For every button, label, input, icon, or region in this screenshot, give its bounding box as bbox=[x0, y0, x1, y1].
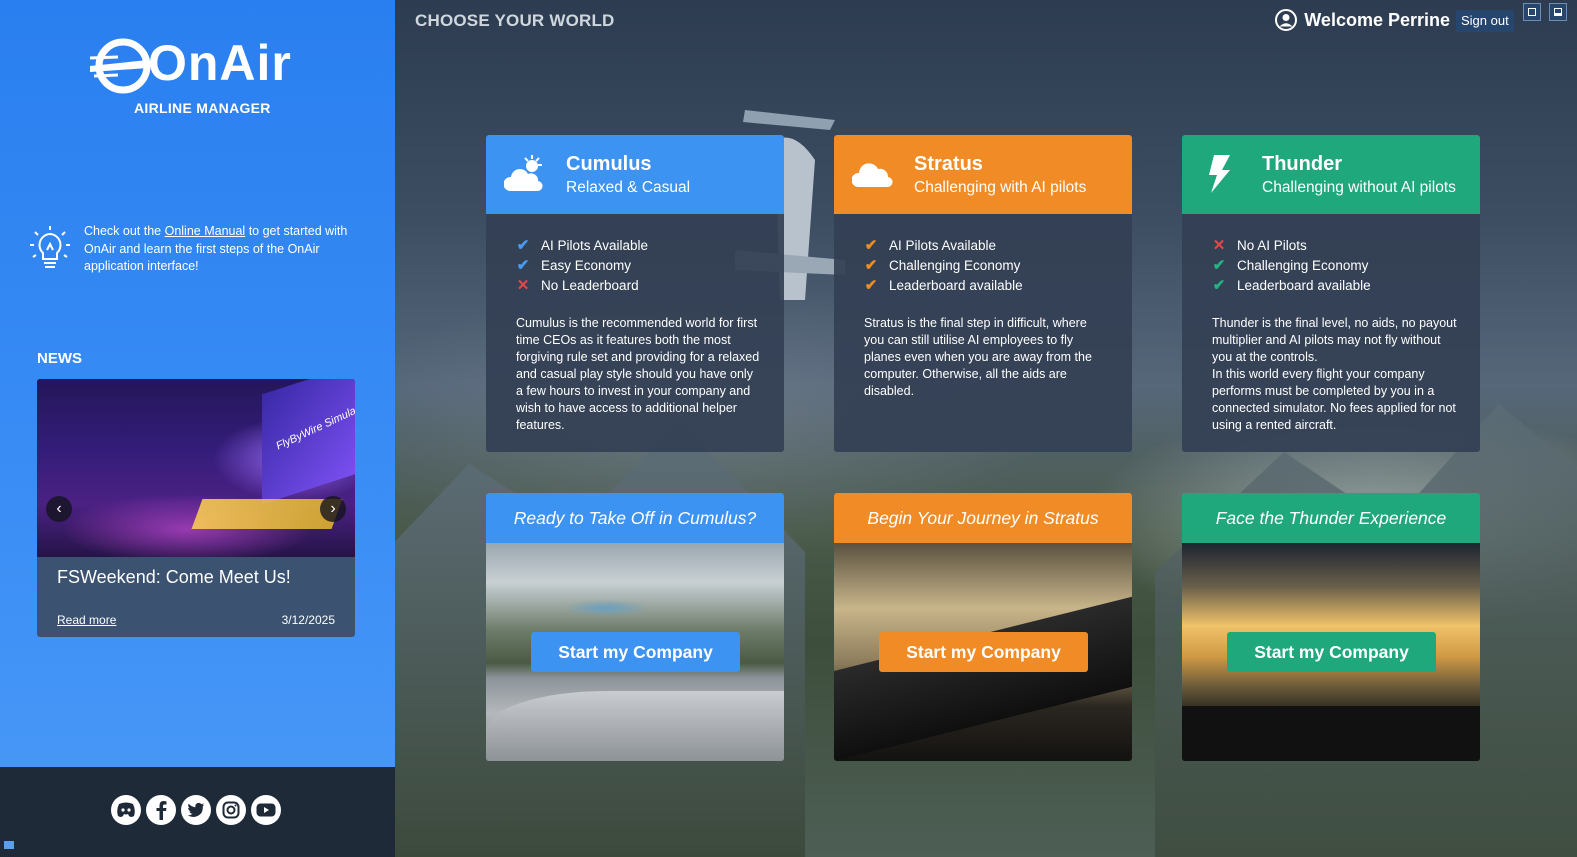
cockpit-frame bbox=[1182, 706, 1480, 761]
feature-item: ✔ Challenging Economy bbox=[864, 255, 1023, 275]
tip-prefix: Check out the bbox=[84, 224, 165, 238]
start-company-button-stratus[interactable]: Start my Company bbox=[879, 632, 1088, 672]
start-card-thunder: Face the Thunder Experience Start my Com… bbox=[1182, 493, 1480, 761]
world-card-cumulus: Cumulus Relaxed & Casual ✔ AI Pilots Avai… bbox=[486, 135, 784, 452]
feature-list: ✔ AI Pilots Available ✔ Challenging Econom… bbox=[864, 235, 1023, 295]
corner-marker bbox=[4, 841, 14, 849]
feature-item: ✕ No Leaderboard bbox=[516, 275, 648, 295]
start-company-button-thunder[interactable]: Start my Company bbox=[1227, 632, 1436, 672]
feature-label: No Leaderboard bbox=[541, 277, 639, 293]
online-manual-link[interactable]: Online Manual bbox=[165, 224, 246, 238]
feature-label: Leaderboard available bbox=[1237, 277, 1371, 293]
page-title: CHOOSE YOUR WORLD bbox=[415, 11, 615, 30]
logo-wordmark: OnAir bbox=[148, 35, 292, 91]
cockpit-image: Start my Company bbox=[486, 543, 784, 761]
feature-label: No AI Pilots bbox=[1237, 237, 1307, 253]
news-date: 3/12/2025 bbox=[281, 613, 335, 627]
logo-subtitle: AIRLINE MANAGER bbox=[134, 100, 271, 116]
world-subtitle: Challenging without AI pilots bbox=[1262, 179, 1456, 196]
feature-label: AI Pilots Available bbox=[889, 237, 997, 253]
news-prev-button[interactable]: ‹ bbox=[46, 496, 72, 522]
world-header-cumulus: Cumulus Relaxed & Casual bbox=[486, 135, 784, 214]
feature-label: Challenging Economy bbox=[1237, 257, 1369, 273]
twitter-icon[interactable] bbox=[181, 795, 211, 825]
world-card-stratus: Stratus Challenging with AI pilots ✔ AI P… bbox=[834, 135, 1132, 452]
feature-item: ✔ Leaderboard available bbox=[1212, 275, 1371, 295]
start-card-cumulus: Ready to Take Off in Cumulus? Start my C… bbox=[486, 493, 784, 761]
lightbulb-icon bbox=[30, 226, 70, 268]
news-read-more-link[interactable]: Read more bbox=[57, 613, 116, 627]
youtube-icon[interactable] bbox=[251, 795, 281, 825]
world-subtitle: Relaxed & Casual bbox=[566, 179, 691, 196]
lightning-icon bbox=[1209, 155, 1230, 193]
sidebar-footer bbox=[0, 767, 395, 857]
maximize-window-button[interactable] bbox=[1523, 3, 1541, 21]
check-icon: ✔ bbox=[864, 257, 878, 274]
instagram-icon[interactable] bbox=[216, 795, 246, 825]
world-description: Thunder is the final level, no aids, no … bbox=[1212, 316, 1457, 432]
welcome-text: Welcome Perrine bbox=[1304, 9, 1450, 30]
social-links bbox=[111, 795, 281, 825]
check-icon: ✔ bbox=[1212, 277, 1226, 294]
sidebar: OnAir AIRLINE MANAGER Check out the Onli… bbox=[0, 0, 395, 857]
restore-window-button[interactable] bbox=[1549, 3, 1567, 21]
news-section-title: NEWS bbox=[37, 350, 82, 367]
news-headline: FSWeekend: Come Meet Us! bbox=[57, 567, 291, 587]
cockpit-image: Start my Company bbox=[834, 543, 1132, 761]
sign-out-button[interactable]: Sign out bbox=[1456, 10, 1514, 32]
world-description: Stratus is the final step in difficult, … bbox=[864, 316, 1092, 398]
news-card: FlyByWire Simulation ‹ › FSWeekend: Come… bbox=[37, 379, 355, 637]
cross-icon: ✕ bbox=[1212, 237, 1226, 254]
news-next-button[interactable]: › bbox=[320, 496, 346, 522]
onair-logo: OnAir AIRLINE MANAGER bbox=[88, 34, 308, 119]
world-card-thunder: Thunder Challenging without AI pilots ✕ N… bbox=[1182, 135, 1480, 452]
feature-item: ✔ Challenging Economy bbox=[1212, 255, 1371, 275]
world-subtitle: Challenging with AI pilots bbox=[914, 179, 1087, 196]
start-card-stratus: Begin Your Journey in Stratus Start my C… bbox=[834, 493, 1132, 761]
feature-label: AI Pilots Available bbox=[541, 237, 649, 253]
feature-list: ✕ No AI Pilots ✔ Challenging Economy ✔ Lead… bbox=[1212, 235, 1371, 295]
feature-label: Leaderboard available bbox=[889, 277, 1023, 293]
user-icon bbox=[1275, 9, 1298, 31]
feature-label: Easy Economy bbox=[541, 257, 632, 273]
world-description: Cumulus is the recommended world for fir… bbox=[516, 316, 760, 432]
feature-item: ✔ Leaderboard available bbox=[864, 275, 1023, 295]
feature-item: ✔ AI Pilots Available bbox=[864, 235, 1023, 255]
world-header-thunder: Thunder Challenging without AI pilots bbox=[1182, 135, 1480, 214]
feature-item: ✔ AI Pilots Available bbox=[516, 235, 648, 255]
cockpit-frame bbox=[834, 596, 1132, 761]
feature-label: Challenging Economy bbox=[889, 257, 1021, 273]
sun-cloud-icon bbox=[504, 155, 543, 192]
facebook-icon[interactable] bbox=[146, 795, 176, 825]
manual-tip: Check out the Online Manual to get start… bbox=[28, 224, 348, 276]
cta-title: Face the Thunder Experience bbox=[1182, 493, 1480, 543]
welcome-user: Welcome Perrine bbox=[1275, 9, 1450, 31]
world-name: Cumulus bbox=[566, 153, 652, 175]
feature-item: ✔ Easy Economy bbox=[516, 255, 648, 275]
main-area: CHOOSE YOUR WORLD Welcome Perrine Sign o… bbox=[395, 0, 1577, 857]
check-icon: ✔ bbox=[1212, 257, 1226, 274]
cross-icon: ✕ bbox=[516, 277, 530, 294]
cta-title: Begin Your Journey in Stratus bbox=[834, 493, 1132, 543]
check-icon: ✔ bbox=[864, 237, 878, 254]
cockpit-dashboard bbox=[486, 691, 784, 761]
start-company-button-cumulus[interactable]: Start my Company bbox=[531, 632, 740, 672]
cta-title: Ready to Take Off in Cumulus? bbox=[486, 493, 784, 543]
feature-item: ✕ No AI Pilots bbox=[1212, 235, 1371, 255]
tip-text: Check out the Online Manual to get start… bbox=[84, 223, 348, 276]
news-image: FlyByWire Simulation ‹ › bbox=[37, 379, 355, 557]
world-name: Stratus bbox=[914, 153, 983, 175]
discord-icon[interactable] bbox=[111, 795, 141, 825]
world-header-stratus: Stratus Challenging with AI pilots bbox=[834, 135, 1132, 214]
check-icon: ✔ bbox=[516, 257, 530, 274]
world-name: Thunder bbox=[1262, 153, 1342, 175]
feature-list: ✔ AI Pilots Available ✔ Easy Economy ✕ No L… bbox=[516, 235, 648, 295]
check-icon: ✔ bbox=[864, 277, 878, 294]
check-icon: ✔ bbox=[516, 237, 530, 254]
cockpit-image: Start my Company bbox=[1182, 543, 1480, 761]
cloud-icon bbox=[852, 163, 893, 188]
